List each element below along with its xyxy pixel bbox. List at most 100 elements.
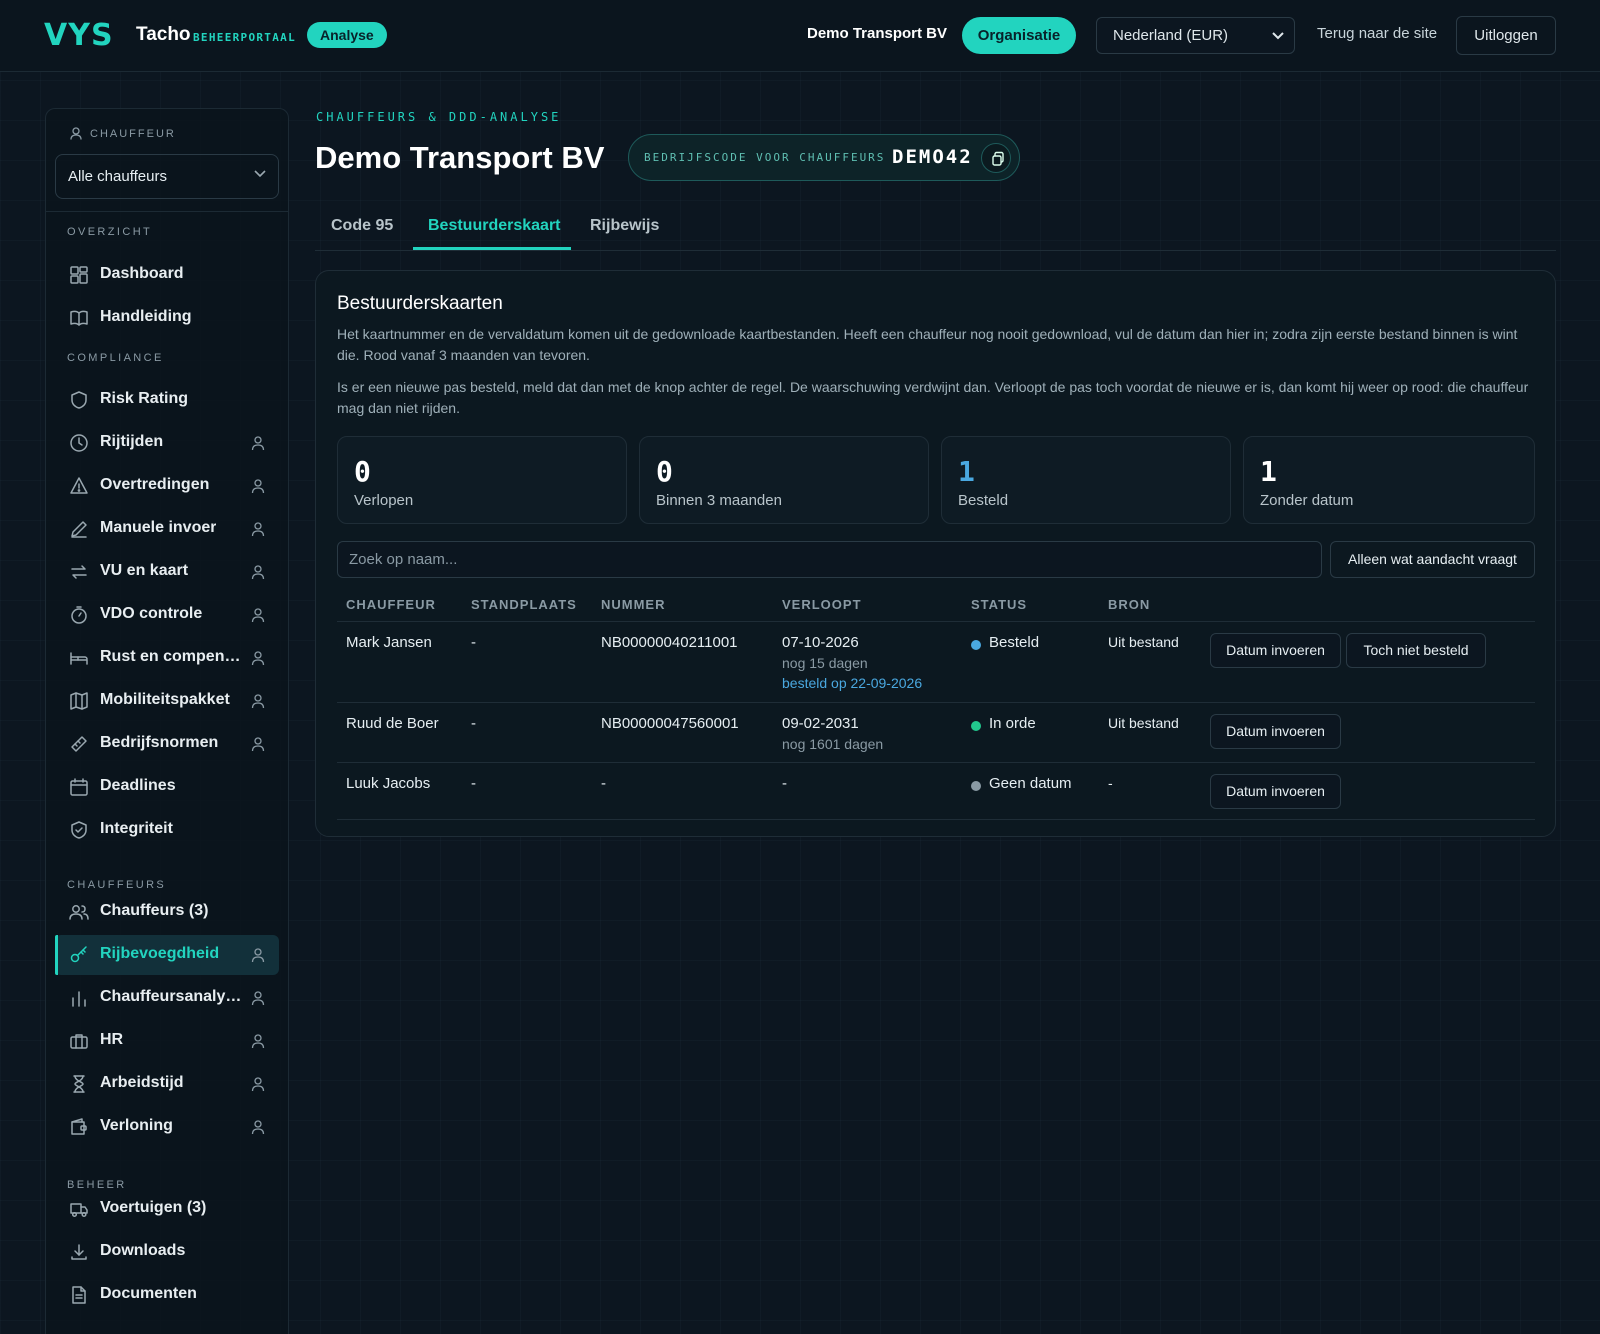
- sidebar-item-bedrijfsnormen[interactable]: Bedrijfsnormen: [55, 724, 279, 764]
- row-divider: [337, 762, 1535, 763]
- sidebar-item-label: Handleiding: [100, 308, 192, 325]
- mode-badge: Analyse: [307, 22, 387, 48]
- sidebar-item-dashboard[interactable]: Dashboard: [55, 255, 279, 295]
- tab-rijbewijs[interactable]: Rijbewijs: [590, 217, 659, 235]
- sidebar-item-vu-en-kaart[interactable]: VU en kaart: [55, 552, 279, 592]
- sidebar-item-handleiding[interactable]: Handleiding: [55, 298, 279, 338]
- status-dot: [971, 781, 981, 791]
- person-icon: [251, 947, 265, 963]
- stat-without-date: 1 Zonder datum: [1243, 436, 1535, 524]
- sidebar-item-vdo-controle[interactable]: VDO controle: [55, 595, 279, 635]
- stat-value: 1: [958, 455, 975, 488]
- sidebar-item-label: Voertuigen (3): [100, 1199, 207, 1216]
- sidebar-item-chauffeurs-3[interactable]: Chauffeurs (3): [55, 892, 279, 932]
- cell-expires-remaining: nog 1601 dagen: [782, 736, 884, 752]
- sidebar-item-deadlines[interactable]: Deadlines: [55, 767, 279, 807]
- person-icon: [251, 564, 265, 580]
- logo[interactable]: VYS: [44, 18, 114, 53]
- panel-description-2: Is er een nieuwe pas besteld, meld dat d…: [337, 379, 1529, 416]
- tab-code95[interactable]: Code 95: [331, 217, 393, 235]
- sidebar-item-label: Downloads: [100, 1242, 186, 1259]
- sidebar: CHAUFFEUR Alle chauffeurs OVERZICHT COMP…: [45, 108, 289, 1334]
- sidebar-item-risk-rating[interactable]: Risk Rating: [55, 380, 279, 420]
- column-header-source: BRON: [1108, 597, 1151, 612]
- status-dot: [971, 640, 981, 650]
- country-select[interactable]: Nederland (EUR): [1096, 17, 1295, 54]
- cell-expires: 09-02-2031: [782, 715, 859, 732]
- row-divider: [337, 702, 1535, 703]
- cell-source: -: [1108, 775, 1113, 791]
- driver-select[interactable]: Alle chauffeurs: [55, 154, 279, 199]
- cell-number: NB00000040211001: [601, 634, 738, 651]
- bed-icon: [69, 648, 89, 668]
- logout-button[interactable]: Uitloggen: [1456, 16, 1556, 55]
- sidebar-item-label: Dashboard: [100, 265, 184, 282]
- grid-icon: [69, 265, 89, 285]
- clock-icon: [69, 433, 89, 453]
- sidebar-item-chauffeursanalyse[interactable]: Chauffeursanalyse: [55, 978, 279, 1018]
- sidebar-item-label: Mobiliteitspakket: [100, 691, 230, 708]
- person-icon: [251, 990, 265, 1006]
- person-icon: [251, 435, 265, 451]
- users-icon: [69, 902, 89, 922]
- sidebar-item-rijbevoegdheid[interactable]: Rijbevoegdheid: [55, 935, 279, 975]
- enter-date-button[interactable]: Datum invoeren: [1210, 633, 1341, 668]
- cell-location: -: [471, 775, 476, 792]
- map-icon: [69, 691, 89, 711]
- sidebar-item-overtredingen[interactable]: Overtredingen: [55, 466, 279, 506]
- cell-expires: -: [782, 775, 787, 792]
- cell-status: Geen datum: [989, 775, 1072, 792]
- organization-button[interactable]: Organisatie: [962, 17, 1076, 54]
- sidebar-item-label: Manuele invoer: [100, 519, 217, 536]
- cell-driver: Ruud de Boer: [346, 715, 439, 732]
- attention-filter-button[interactable]: Alleen wat aandacht vraagt: [1330, 541, 1535, 578]
- enter-date-button[interactable]: Datum invoeren: [1210, 714, 1341, 749]
- sidebar-item-arbeidstijd[interactable]: Arbeidstijd: [55, 1064, 279, 1104]
- active-tab-indicator: [413, 247, 571, 250]
- cell-location: -: [471, 715, 476, 732]
- cell-number: NB00000047560001: [601, 715, 739, 732]
- sidebar-item-label: Risk Rating: [100, 390, 189, 407]
- shield-check-icon: [69, 820, 89, 840]
- ruler-icon: [69, 734, 89, 754]
- document-icon: [69, 1285, 89, 1305]
- chevron-down-icon: [1272, 32, 1284, 40]
- stat-ordered: 1 Besteld: [941, 436, 1231, 524]
- wallet-icon: [69, 1117, 89, 1137]
- sidebar-item-label: HR: [100, 1031, 124, 1048]
- tab-bestuurderskaart[interactable]: Bestuurderskaart: [428, 217, 561, 235]
- sidebar-item-label: Rijbevoegdheid: [100, 945, 220, 962]
- search-input[interactable]: Zoek op naam...: [337, 541, 1322, 578]
- sidebar-item-rust-en-compensatie[interactable]: Rust en compensatie: [55, 638, 279, 678]
- back-to-site-link[interactable]: Terug naar de site: [1317, 25, 1437, 42]
- enter-date-button[interactable]: Datum invoeren: [1210, 774, 1341, 809]
- sidebar-item-label: Overtredingen: [100, 476, 210, 493]
- driver-cards-panel: Bestuurderskaarten Het kaartnummer en de…: [315, 270, 1556, 837]
- column-header-driver: CHAUFFEUR: [346, 597, 436, 612]
- sidebar-item-documenten[interactable]: Documenten: [55, 1275, 279, 1315]
- sidebar-item-hr[interactable]: HR: [55, 1021, 279, 1061]
- driver-select-value: Alle chauffeurs: [68, 168, 167, 185]
- breadcrumb: CHAUFFEURS & DDD-ANALYSE: [316, 110, 562, 124]
- cell-location: -: [471, 634, 476, 651]
- section-overview: OVERZICHT: [67, 226, 153, 238]
- briefcase-icon: [69, 1031, 89, 1051]
- warning-icon: [69, 476, 89, 496]
- sidebar-item-integriteit[interactable]: Integriteit: [55, 810, 279, 850]
- cell-status: In orde: [989, 715, 1036, 732]
- sidebar-item-label: Chauffeurs (3): [100, 902, 209, 919]
- sidebar-item-manuele-invoer[interactable]: Manuele invoer: [55, 509, 279, 549]
- download-icon: [69, 1242, 89, 1262]
- sidebar-divider: [46, 211, 288, 212]
- cell-source: Uit bestand: [1108, 715, 1179, 731]
- sidebar-item-mobiliteitspakket[interactable]: Mobiliteitspakket: [55, 681, 279, 721]
- sidebar-item-rijtijden[interactable]: Rijtijden: [55, 423, 279, 463]
- brand-subtitle: BEHEERPORTAAL: [193, 31, 296, 44]
- stat-value: 0: [354, 455, 371, 488]
- sidebar-item-verloning[interactable]: Verloning: [55, 1107, 279, 1147]
- sidebar-item-voertuigen-3[interactable]: Voertuigen (3): [55, 1189, 279, 1229]
- stat-expired: 0 Verlopen: [337, 436, 627, 524]
- sidebar-item-downloads[interactable]: Downloads: [55, 1232, 279, 1272]
- copy-button[interactable]: [981, 143, 1011, 173]
- cancel-order-button[interactable]: Toch niet besteld: [1346, 633, 1486, 668]
